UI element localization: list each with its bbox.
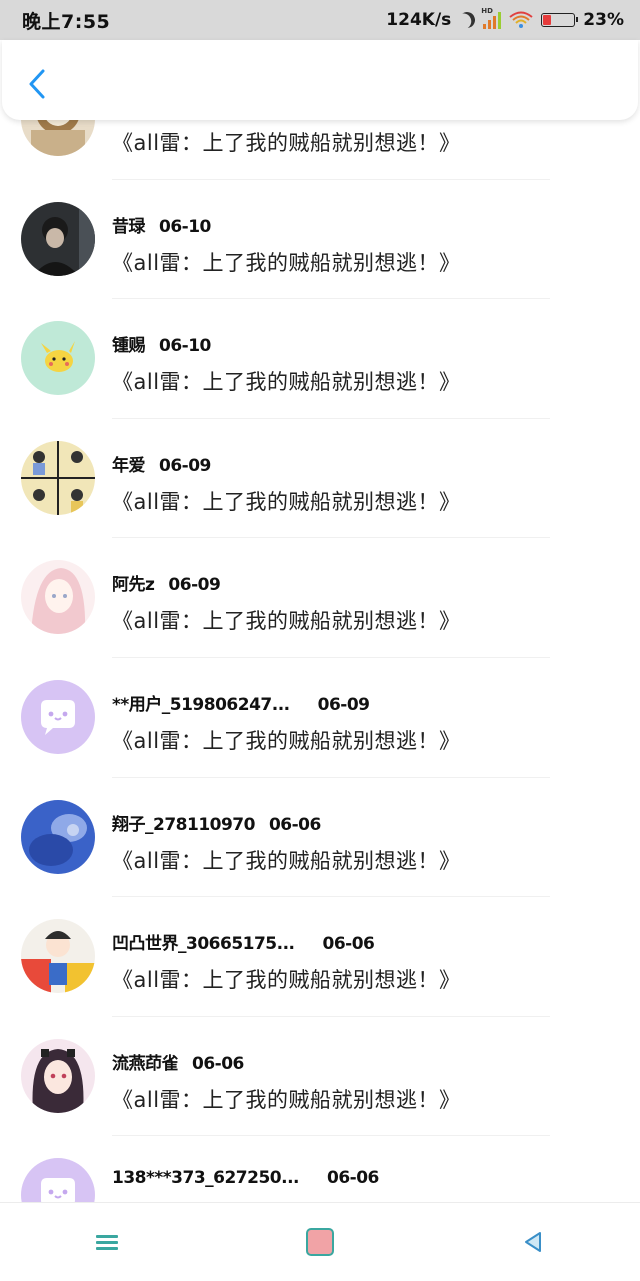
network-speed: 124K/s <box>386 10 452 30</box>
message-text: 《all雷：上了我的贼船就别想逃！》 <box>112 370 461 395</box>
list-item[interactable]: 流燕茚雀 06-06 《all雷：上了我的贼船就别想逃！》 <box>0 1017 640 1137</box>
battery-percent: 23% <box>583 10 624 30</box>
user-name: 年爱 <box>112 455 146 476</box>
list-item[interactable]: 138***373_627250... 06-06 <box>0 1136 640 1202</box>
message-text: 《all雷：上了我的贼船就别想逃！》 <box>112 131 461 155</box>
list-item[interactable]: 锺赐 06-10 《all雷：上了我的贼船就别想逃！》 <box>0 299 640 419</box>
item-date: 06-09 <box>159 455 211 476</box>
item-meta: 锺赐 06-10 <box>112 331 211 356</box>
item-meta: 翔子_278110970 06-06 <box>112 810 321 835</box>
navigation-bar <box>0 1202 640 1281</box>
list-item[interactable]: 年爱 06-09 《all雷：上了我的贼船就别想逃！》 <box>0 419 640 539</box>
nav-home-button[interactable] <box>290 1212 350 1272</box>
back-button[interactable] <box>22 66 52 102</box>
item-meta: 昔琭 06-10 <box>112 212 211 237</box>
back-triangle-icon <box>525 1232 542 1252</box>
avatar[interactable] <box>21 679 95 754</box>
list-item[interactable]: 凹凸世界_30665175... 06-06 《all雷：上了我的贼船就别想逃！》 <box>0 897 640 1017</box>
item-meta: 年爱 06-09 <box>112 451 211 476</box>
avatar[interactable] <box>21 560 95 635</box>
avatar[interactable] <box>21 1038 95 1113</box>
message-list[interactable]: 《all雷：上了我的贼船就别想逃！》 昔琭 06-10 《all雷：上了我的贼船就别想… <box>0 120 640 1202</box>
user-name: 翔子_278110970 <box>112 814 255 835</box>
item-date: 06-06 <box>268 814 321 835</box>
hd-signal-icon: HD <box>481 7 502 29</box>
nav-back-button[interactable] <box>503 1212 563 1272</box>
item-meta: 138***373_627250... 06-06 <box>112 1168 379 1188</box>
list-item[interactable]: 《all雷：上了我的贼船就别想逃！》 <box>0 120 640 180</box>
header-bar <box>2 40 638 120</box>
moon-icon <box>457 10 478 31</box>
user-name: 昔琭 <box>112 216 146 237</box>
message-text: 《all雷：上了我的贼船就别想逃！》 <box>112 489 461 514</box>
status-icons: 124K/s HD 23% <box>386 7 624 31</box>
chevron-left-icon <box>29 69 45 99</box>
battery-icon <box>541 13 579 27</box>
item-meta: **用户_519806247... 06-09 <box>112 690 370 715</box>
item-date: 06-09 <box>317 694 370 715</box>
item-meta: 阿先z 06-09 <box>112 570 221 596</box>
nav-menu-button[interactable] <box>77 1212 137 1272</box>
message-text: 《all雷：上了我的贼船就别想逃！》 <box>112 1087 461 1112</box>
item-date: 06-06 <box>327 1168 379 1189</box>
avatar[interactable] <box>21 321 95 396</box>
message-text: 《all雷：上了我的贼船就别想逃！》 <box>112 250 461 275</box>
status-time: 晚上7:55 <box>22 10 111 33</box>
home-icon <box>305 1228 334 1256</box>
item-date: 06-06 <box>192 1053 244 1074</box>
avatar[interactable] <box>21 1158 95 1202</box>
item-date: 06-09 <box>168 575 221 596</box>
user-name: 阿先z <box>112 575 155 596</box>
user-name: 流燕茚雀 <box>112 1053 179 1074</box>
list-item[interactable]: **用户_519806247... 06-09 《all雷：上了我的贼船就别想逃！》 <box>0 658 640 778</box>
user-name: 138***373_627250... <box>112 1168 300 1189</box>
list-item[interactable]: 阿先z 06-09 《all雷：上了我的贼船就别想逃！》 <box>0 538 640 658</box>
avatar[interactable] <box>21 201 95 276</box>
item-date: 06-10 <box>159 336 211 357</box>
user-name: 凹凸世界_30665175... <box>112 934 295 955</box>
list-item[interactable]: 昔琭 06-10 《all雷：上了我的贼船就别想逃！》 <box>0 180 640 300</box>
avatar[interactable] <box>21 919 95 994</box>
status-bar: 晚上7:55 124K/s HD 23% <box>0 0 640 40</box>
user-name: 锺赐 <box>112 336 146 357</box>
item-date: 06-10 <box>159 216 211 237</box>
message-text: 《all雷：上了我的贼船就别想逃！》 <box>112 848 461 873</box>
item-meta: 凹凸世界_30665175... 06-06 <box>112 929 375 955</box>
avatar[interactable] <box>21 120 95 156</box>
user-name: **用户_519806247... <box>112 694 290 715</box>
avatar[interactable] <box>21 799 95 874</box>
menu-icon <box>95 1232 118 1253</box>
wifi-icon <box>509 11 533 28</box>
message-text: 《all雷：上了我的贼船就别想逃！》 <box>112 609 461 634</box>
message-text: 《all雷：上了我的贼船就别想逃！》 <box>112 728 461 753</box>
avatar[interactable] <box>21 440 95 515</box>
list-item[interactable]: 翔子_278110970 06-06 《all雷：上了我的贼船就别想逃！》 <box>0 778 640 898</box>
item-meta: 流燕茚雀 06-06 <box>112 1049 244 1074</box>
item-date: 06-06 <box>322 934 375 955</box>
message-text: 《all雷：上了我的贼船就别想逃！》 <box>112 968 461 993</box>
